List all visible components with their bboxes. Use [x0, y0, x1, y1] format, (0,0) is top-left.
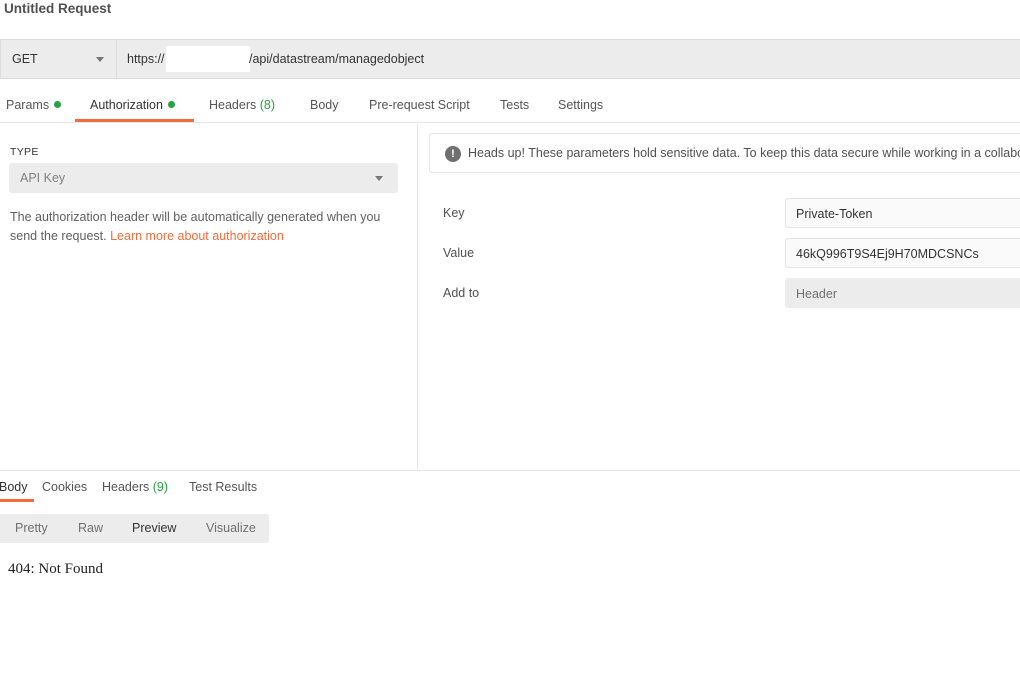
tab-response-headers[interactable]: Headers (9)	[102, 476, 168, 502]
tab-pre-request-script[interactable]: Pre-request Script	[369, 92, 470, 123]
tab-cookies[interactable]: Cookies	[42, 476, 87, 502]
value-value: 46kQ996T9S4Ej9H70MDCSNCs	[796, 247, 979, 261]
add-to-value: Header	[796, 287, 837, 301]
tab-label: Body	[310, 98, 339, 112]
tab-tests[interactable]: Tests	[500, 92, 529, 123]
status-dot-icon	[167, 101, 175, 108]
tab-label: Authorization	[90, 98, 163, 112]
view-preview-button[interactable]: Preview	[132, 521, 176, 535]
chevron-down-icon	[96, 57, 104, 62]
auth-type-value: API Key	[20, 171, 66, 185]
view-mode-switch: Pretty Raw Preview Visualize	[0, 514, 269, 543]
active-tab-indicator	[75, 119, 194, 122]
key-label: Key	[443, 206, 465, 220]
tab-params[interactable]: Params	[6, 92, 62, 123]
tab-label: Headers	[209, 98, 257, 112]
response-body: 404: Not Found	[8, 561, 104, 577]
tab-count: (9)	[152, 480, 169, 494]
tab-label: Tests	[500, 98, 530, 112]
value-label: Value	[443, 246, 475, 260]
view-raw-button[interactable]: Raw	[78, 521, 103, 535]
tab-body[interactable]: Body	[310, 92, 339, 123]
tab-label: Pre-request Script	[369, 98, 470, 112]
auth-type-select[interactable]: API Key	[9, 163, 398, 193]
tab-label: Headers	[102, 480, 150, 494]
auth-help-text: The authorization header will be automat…	[10, 208, 406, 246]
tab-test-results[interactable]: Test Results	[189, 476, 257, 502]
learn-more-link[interactable]: Learn more about authorization	[110, 229, 284, 243]
tab-label: Params	[6, 98, 50, 112]
request-tabs: Params Authorization Headers (8) Body Pr…	[0, 92, 1020, 123]
method-label: GET	[12, 52, 38, 66]
add-to-label: Add to	[443, 286, 480, 300]
url-bar: GET https:// /api/datastream/managedobje…	[0, 39, 1020, 79]
url-path: /api/datastream/managedobject	[249, 52, 425, 66]
tab-headers[interactable]: Headers (8)	[209, 92, 275, 123]
chevron-down-icon	[375, 176, 383, 181]
view-visualize-button[interactable]: Visualize	[206, 521, 256, 535]
auth-params-pane: ! Heads up! These parameters hold sensit…	[419, 124, 1020, 470]
tab-settings[interactable]: Settings	[558, 92, 603, 123]
status-dot-icon	[54, 101, 62, 108]
method-select[interactable]: GET	[1, 40, 117, 78]
type-label: TYPE	[10, 146, 39, 158]
active-tab-indicator	[0, 499, 34, 502]
request-title: Untitled Request	[4, 1, 112, 16]
warning-text: Heads up! These parameters hold sensitiv…	[468, 146, 1020, 160]
key-value: Private-Token	[796, 207, 873, 221]
url-prefix: https://	[127, 52, 165, 66]
value-field[interactable]: 46kQ996T9S4Ej9H70MDCSNCs	[785, 238, 1020, 268]
tab-count: (8)	[259, 98, 276, 112]
add-to-select[interactable]: Header	[785, 278, 1020, 308]
url-input[interactable]: https:// /api/datastream/managedobject	[118, 40, 1020, 78]
response-tabs: Body Cookies Headers (9) Test Results	[0, 476, 300, 502]
auth-type-pane: TYPE API Key The authorization header wi…	[0, 124, 418, 470]
key-field[interactable]: Private-Token	[785, 198, 1020, 228]
view-pretty-button[interactable]: Pretty	[15, 521, 48, 535]
tab-label: Settings	[558, 98, 604, 112]
pane-divider	[0, 470, 1020, 471]
url-redaction	[166, 46, 250, 72]
sensitive-data-warning: ! Heads up! These parameters hold sensit…	[429, 133, 1020, 173]
exclamation-circle-icon: !	[445, 146, 461, 162]
